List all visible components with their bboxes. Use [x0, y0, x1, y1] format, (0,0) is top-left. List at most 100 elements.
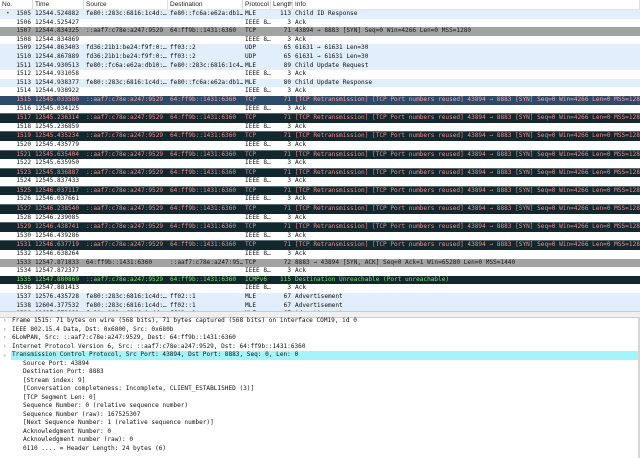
detail-tree-item[interactable]: [Next Sequence Number: 1 (relative seque…: [0, 419, 640, 428]
collapsed-arrow-icon[interactable]: ›: [3, 334, 7, 343]
packet-source: fe80::283c:6816:1c4d:…: [86, 293, 167, 300]
table-row[interactable]: 1527 12546.238540::aaf7:c78e:a247:9529 64:…: [0, 204, 640, 214]
detail-tree-item[interactable]: Acknowledgment number (raw): 0: [0, 436, 640, 445]
detail-tree-item[interactable]: › Internet Protocol Version 6, Src: ::aaf…: [0, 343, 640, 352]
table-row[interactable]: 1533 12547.871833 64:ff9b::1431:6360::aaf7…: [0, 258, 640, 268]
table-row[interactable]: 1534 12547.872377 IEEE 8… 3 Ack: [0, 267, 640, 276]
packet-number: 1520: [16, 140, 31, 148]
detail-tree-item[interactable]: Sequence Number (raw): 167525307: [0, 411, 640, 420]
table-row[interactable]: 1508 12544.834869 IEEE 8… 3 Ack: [0, 35, 640, 45]
column-header-time[interactable]: Time: [33, 0, 84, 9]
packet-length: 71: [283, 114, 291, 122]
packet-destination: ff03::2: [170, 52, 196, 60]
table-row[interactable]: 1519 12545.435234::aaf7:c78e:a247:9529 64:…: [0, 131, 640, 141]
packet-info: Child Update Request: [295, 61, 369, 69]
detail-tree-item[interactable]: Source Port: 43894: [0, 360, 640, 369]
packet-info: Ack: [295, 18, 307, 26]
table-row[interactable]: 1532 12546.638264 IEEE 8… 3 Ack: [0, 250, 640, 259]
detail-tree-label: Acknowledgment number (raw): 0: [23, 436, 134, 443]
table-row[interactable]: 1525 12546.037117::aaf7:c78e:a247:9529 64:…: [0, 185, 640, 196]
packet-time: 12544.525427: [35, 18, 80, 26]
packet-length: 3: [287, 231, 291, 239]
detail-tree-item[interactable]: › 6LoWPAN, Src: ::aaf7:c78e:a247:9529, De…: [0, 334, 640, 343]
column-header-protocol[interactable]: Protocol: [243, 0, 271, 9]
packet-protocol: IEEE 8…: [245, 231, 271, 239]
packet-number: 1537: [16, 293, 31, 300]
column-header-no[interactable]: No.: [0, 0, 33, 9]
table-row[interactable]: 1511 12544.930513 fe80::fc6a:e62a:db10:… fe…: [0, 61, 640, 71]
table-row[interactable]: • 1505 12544.524882 fe80::283c:6816:1c4d:… f…: [0, 10, 640, 19]
packet-source: [84, 36, 168, 45]
packet-source: [84, 177, 168, 186]
packet-number: 1528: [16, 213, 31, 221]
table-row[interactable]: 1516 12545.034125 IEEE 8… 3 Ack: [0, 104, 640, 114]
table-row[interactable]: 1509 12544.863403 fd36:21b1:be24:f9f:0:… ff…: [0, 44, 640, 53]
table-row[interactable]: 1528 12546.239085 IEEE 8… 3 Ack: [0, 213, 640, 223]
packet-info: Ack: [295, 231, 307, 239]
detail-tree-item[interactable]: 0110 .... = Header Length: 24 bytes (6): [0, 445, 640, 454]
column-header-length[interactable]: Length: [271, 0, 293, 9]
detail-tree-label: Destination Port: 8883: [23, 368, 104, 375]
packet-destination: 64:ff9b::1431:6360: [170, 223, 237, 231]
packet-number: 1510: [16, 52, 31, 60]
table-row[interactable]: 1535 12547.880869::aaf7:c78e:a247:9529 64:…: [0, 275, 640, 285]
table-row[interactable]: 1517 12545.236314::aaf7:c78e:a247:9529 64:…: [0, 113, 640, 123]
packet-length: 3: [287, 195, 291, 203]
detail-tree-label: Source Port: 43894: [23, 359, 90, 367]
packet-length: 72: [283, 258, 291, 266]
table-row[interactable]: 1506 12544.525427 IEEE 8… 3 Ack: [0, 18, 640, 28]
table-row[interactable]: 1513 12544.938377 fe80::283c:6816:1c4d:… fe…: [0, 78, 640, 88]
table-row[interactable]: 1526 12546.037661 IEEE 8… 3 Ack: [0, 195, 640, 205]
packet-protocol: IEEE 8…: [245, 267, 271, 275]
table-row[interactable]: 1523 12545.836887::aaf7:c78e:a247:9529 64:…: [0, 167, 640, 178]
table-row[interactable]: 1537 12576.435728 fe80::283c:6816:1c4d:… ff…: [0, 293, 640, 302]
packet-details-tree[interactable]: › Frame 1515: 71 bytes on wire (568 bits)…: [0, 317, 640, 458]
packet-source: [84, 284, 168, 293]
packet-info: Destination Unreachable (Port unreachabl…: [295, 275, 450, 283]
table-row[interactable]: 1522 12545.635950 IEEE 8… 3 Ack: [0, 159, 640, 168]
table-row[interactable]: 1520 12545.435779 IEEE 8… 3 Ack: [0, 140, 640, 150]
table-row[interactable]: 1512 12544.931058 IEEE 8… 3 Ack: [0, 70, 640, 79]
expanded-arrow-icon[interactable]: ⌄: [3, 351, 7, 360]
table-row[interactable]: 1531 12546.637719::aaf7:c78e:a247:9529 64:…: [0, 240, 640, 251]
detail-tree-item[interactable]: Sequence Number: 0 (relative sequence nu…: [0, 402, 640, 411]
table-row[interactable]: 1536 12547.881413 IEEE 8… 3 Ack: [0, 284, 640, 293]
packet-protocol: TCP: [245, 186, 257, 194]
packet-protocol: IEEE 8…: [245, 195, 271, 203]
detail-tree-item[interactable]: › IEEE 802.15.4 Data, Dst: 0x6800, Src: 0…: [0, 326, 640, 335]
detail-tree-item[interactable]: › Frame 1515: 71 bytes on wire (568 bits)…: [0, 317, 640, 326]
detail-tree-label: [Conversation completeness: Incomplete, …: [23, 385, 255, 392]
column-header-destination[interactable]: Destination: [168, 0, 243, 9]
column-header-source[interactable]: Source: [84, 0, 168, 9]
detail-tree-item[interactable]: Acknowledgment Number: 0: [0, 428, 640, 437]
table-row[interactable]: 1530 12546.439286 IEEE 8… 3 Ack: [0, 231, 640, 241]
table-row[interactable]: 1507 12544.834325::aaf7:c78e:a247:9529 64:…: [0, 27, 640, 36]
packet-time: 12545.033580: [35, 95, 80, 103]
table-row[interactable]: 1529 12546.438741::aaf7:c78e:a247:9529 64:…: [0, 222, 640, 232]
table-row[interactable]: 1521 12545.635404::aaf7:c78e:a247:9529 64:…: [0, 149, 640, 160]
table-row[interactable]: 1510 12544.867889 fd36:21b1:be24:f9f:0:… ff…: [0, 52, 640, 62]
table-row[interactable]: 1538 12604.377532 fe80::283c:6816:1c4d:… ff…: [0, 301, 640, 311]
detail-tree-item[interactable]: [TCP Segment Len: 0]: [0, 394, 640, 403]
collapsed-arrow-icon[interactable]: ›: [3, 317, 7, 326]
detail-tree-item[interactable]: [Stream index: 9]: [0, 377, 640, 386]
packet-destination: fe80::fc6a:e62a:db1…: [170, 78, 243, 86]
packet-source: [84, 87, 168, 96]
detail-tree-item[interactable]: ⌄ Transmission Control Protocol, Src Port…: [0, 351, 640, 360]
packet-protocol: IEEE 8…: [245, 159, 271, 167]
detail-tree-item[interactable]: Destination Port: 8883: [0, 368, 640, 377]
collapsed-arrow-icon[interactable]: ›: [3, 326, 7, 335]
table-row[interactable]: 1518 12545.236859 IEEE 8… 3 Ack: [0, 122, 640, 132]
collapsed-arrow-icon[interactable]: ›: [3, 343, 7, 352]
table-row[interactable]: 1524 12545.837433 IEEE 8… 3 Ack: [0, 177, 640, 186]
detail-tree-item[interactable]: [Conversation completeness: Incomplete, …: [0, 385, 640, 394]
column-header-info[interactable]: Info: [293, 0, 640, 9]
table-row[interactable]: 1514 12544.938922 IEEE 8… 3 Ack: [0, 87, 640, 96]
packet-time: 12545.435234: [35, 132, 80, 140]
packet-destination: fe80::283c:6816:1c4…: [170, 61, 243, 69]
table-row-selected[interactable]: 1515 12545.033580::aaf7:c78e:a247:9529 64:…: [0, 95, 640, 105]
packet-number: 1532: [16, 250, 31, 258]
packet-source: ::aaf7:c78e:a247:9529: [86, 186, 164, 194]
packet-list[interactable]: No. Time Source Destination Protocol Len…: [0, 0, 640, 311]
packet-protocol: ICMPv6: [245, 275, 268, 283]
